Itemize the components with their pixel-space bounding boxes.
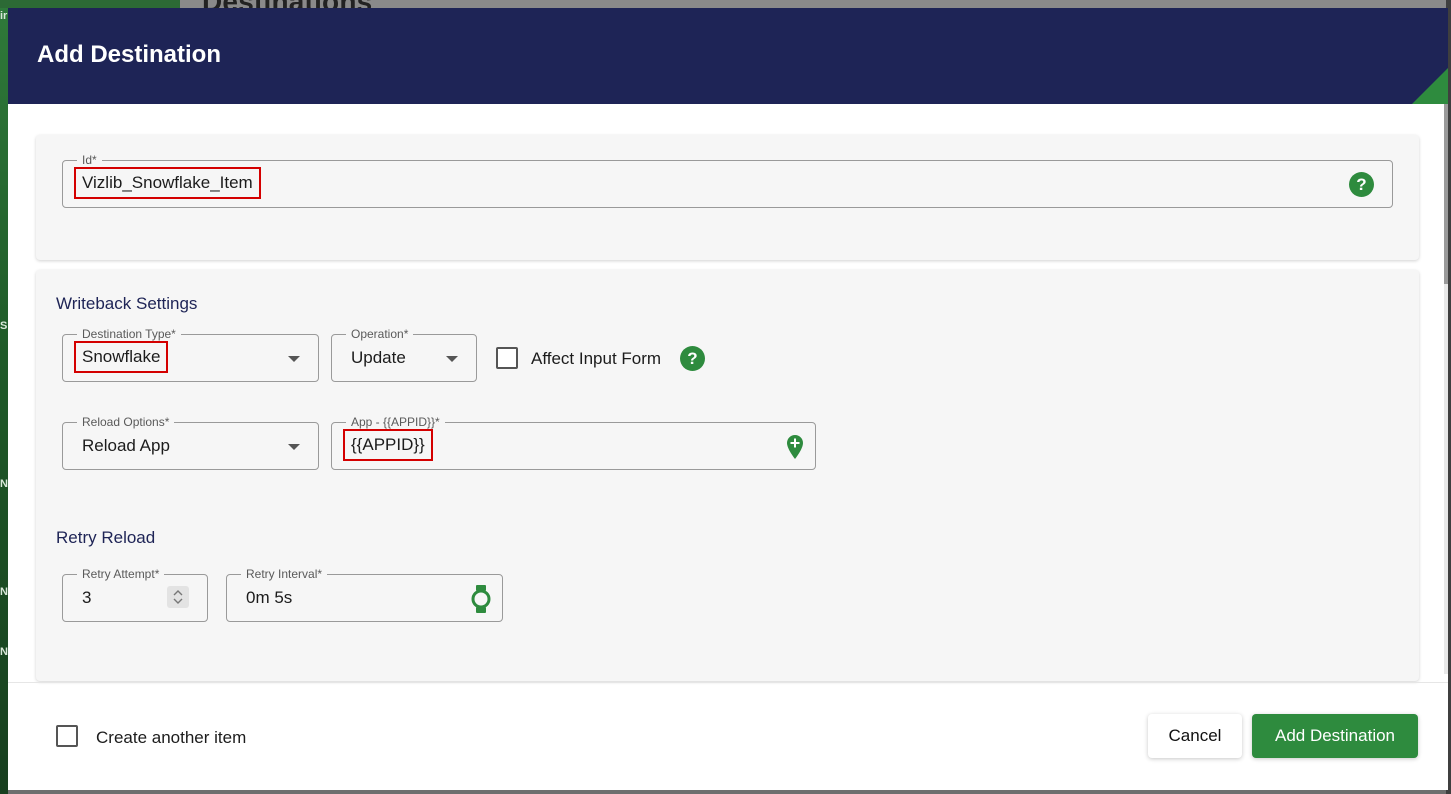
id-field-value[interactable]: Vizlib_Snowflake_Item (74, 167, 261, 199)
chevron-down-icon[interactable] (288, 444, 300, 450)
dialog-header: Add Destination (8, 8, 1448, 104)
background-side-text: S (0, 320, 8, 332)
writeback-settings-section: Writeback Settings Destination Type* Sno… (36, 270, 1419, 681)
cancel-button[interactable]: Cancel (1148, 714, 1242, 758)
chevron-down-icon[interactable] (288, 356, 300, 362)
retry-attempt-label: Retry Attempt* (77, 567, 165, 581)
add-location-pin-icon[interactable] (786, 434, 804, 460)
header-corner-accent (1412, 68, 1448, 104)
background-side-text: N (0, 586, 8, 598)
watch-icon[interactable] (470, 584, 492, 614)
app-field-value[interactable]: {{APPID}} (343, 429, 433, 461)
retry-reload-title: Retry Reload (56, 528, 156, 547)
retry-interval-label: Retry Interval* (241, 567, 328, 581)
reload-options-label: Reload Options* (77, 415, 175, 429)
create-another-checkbox[interactable] (56, 725, 78, 747)
add-destination-button[interactable]: Add Destination (1252, 714, 1418, 758)
affect-input-form-checkbox[interactable] (496, 347, 518, 369)
reload-options-value: Reload App (82, 436, 170, 455)
id-field[interactable]: Id* Vizlib_Snowflake_Item ? (62, 153, 1393, 208)
chevron-down-icon[interactable] (446, 356, 458, 362)
background-side-text: N (0, 478, 8, 490)
operation-value: Update (351, 348, 406, 367)
affect-input-form-label: Affect Input Form (531, 349, 662, 368)
app-field[interactable]: App - {{APPID}}* {{APPID}} (331, 415, 816, 470)
operation-select[interactable]: Operation* Update (331, 327, 477, 382)
writeback-settings-title: Writeback Settings (56, 294, 198, 313)
destination-type-select[interactable]: Destination Type* Snowflake (62, 327, 319, 382)
number-stepper-icon[interactable] (167, 586, 189, 608)
create-another-label: Create another item (96, 728, 247, 747)
app-field-label: App - {{APPID}}* (346, 415, 445, 429)
background-sidebar (0, 0, 8, 794)
background-side-text: N (0, 646, 8, 658)
scrollbar-thumb[interactable] (1444, 104, 1448, 284)
reload-options-select[interactable]: Reload Options* Reload App (62, 415, 319, 470)
dialog-title: Add Destination (37, 41, 221, 68)
question-circle-icon[interactable]: ? (680, 346, 705, 371)
footer-divider (8, 682, 1448, 683)
retry-interval-value[interactable]: 0m 5s (246, 588, 292, 608)
destination-type-label: Destination Type* (77, 327, 181, 341)
background-brand-strip (0, 0, 180, 8)
operation-label: Operation* (346, 327, 414, 341)
id-section: Id* Vizlib_Snowflake_Item ? (36, 135, 1419, 260)
id-field-label: Id* (77, 153, 102, 167)
retry-interval-input[interactable]: Retry Interval* 0m 5s (226, 567, 503, 622)
destination-type-value: Snowflake (73, 341, 169, 373)
add-destination-dialog: Add Destination Id* Vizlib_Snowflake_Ite… (8, 8, 1448, 790)
retry-attempt-input[interactable]: Retry Attempt* 3 (62, 567, 208, 622)
question-circle-icon[interactable]: ? (1349, 172, 1374, 197)
background-side-text: ir (0, 10, 8, 22)
retry-attempt-value[interactable]: 3 (82, 588, 91, 608)
